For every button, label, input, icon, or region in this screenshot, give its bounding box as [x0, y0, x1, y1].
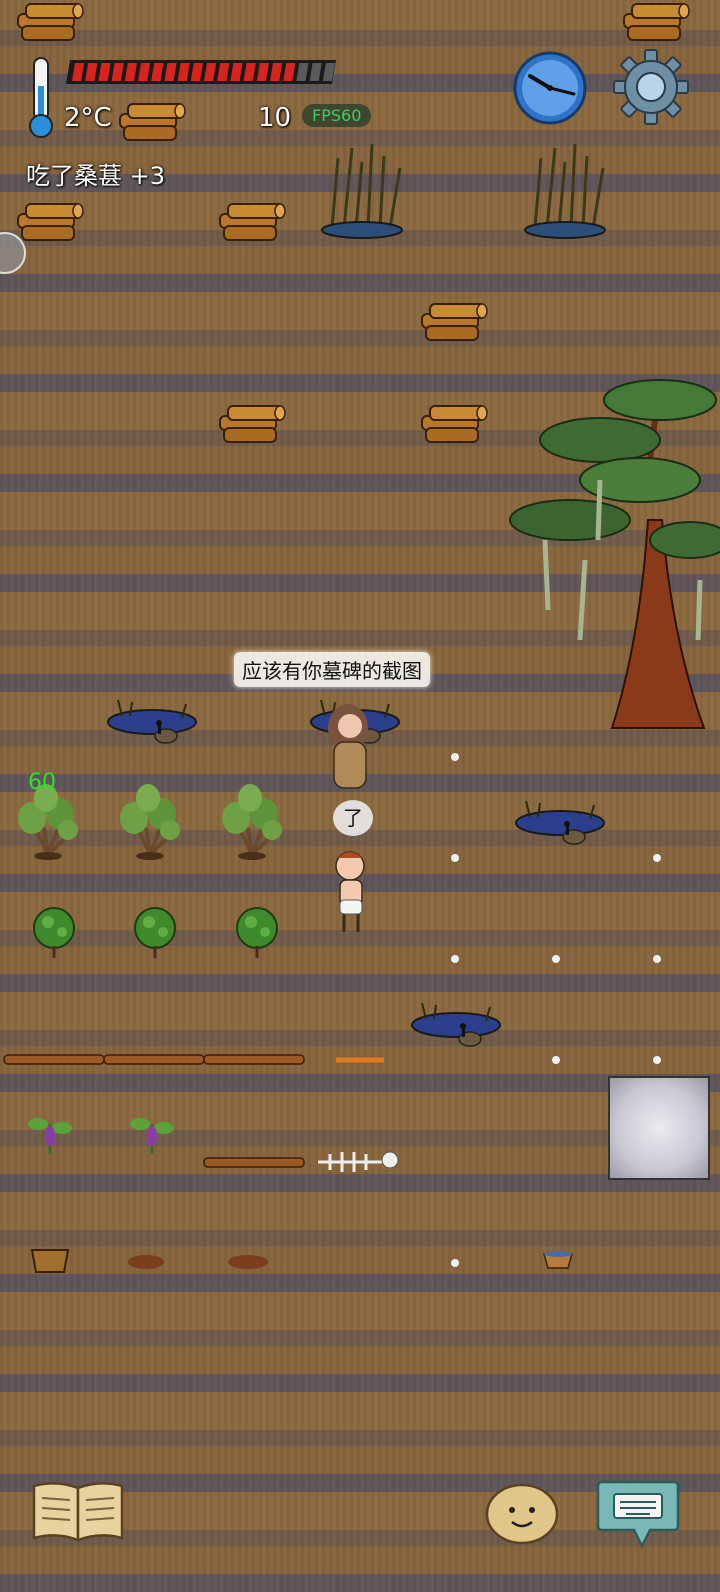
tile-marker [451, 854, 459, 862]
clock-icon[interactable] [512, 50, 588, 126]
player-speech: 了 [333, 800, 373, 836]
tile-marker [653, 854, 661, 862]
tile-marker [451, 1259, 459, 1267]
tile-marker [451, 955, 459, 963]
thermometer-icon [29, 57, 53, 138]
gear-icon[interactable] [612, 48, 690, 126]
stone-floor-tile[interactable] [608, 1076, 710, 1180]
keyboard-chat-icon[interactable] [596, 1476, 680, 1550]
player-baby-character [335, 851, 365, 932]
last-action-message: 吃了桑葚 +3 [26, 162, 166, 190]
other-player-character [328, 704, 368, 789]
floating-number: 60 [28, 770, 56, 795]
game-world [3, 3, 720, 1273]
fps-badge: FPS60 [302, 104, 372, 127]
food-counter: 10 [258, 103, 292, 133]
tile-marker [653, 955, 661, 963]
tile-marker [552, 955, 560, 963]
book-icon[interactable] [30, 1480, 126, 1544]
temperature-readout: 2°C [64, 103, 112, 133]
health-bar [66, 60, 336, 84]
tile-marker [653, 1056, 661, 1064]
other-player-speech: 应该有你墓碑的截图 [234, 652, 430, 687]
tile-marker [552, 1056, 560, 1064]
tile-marker [451, 753, 459, 761]
potato-face-icon[interactable] [484, 1480, 560, 1546]
